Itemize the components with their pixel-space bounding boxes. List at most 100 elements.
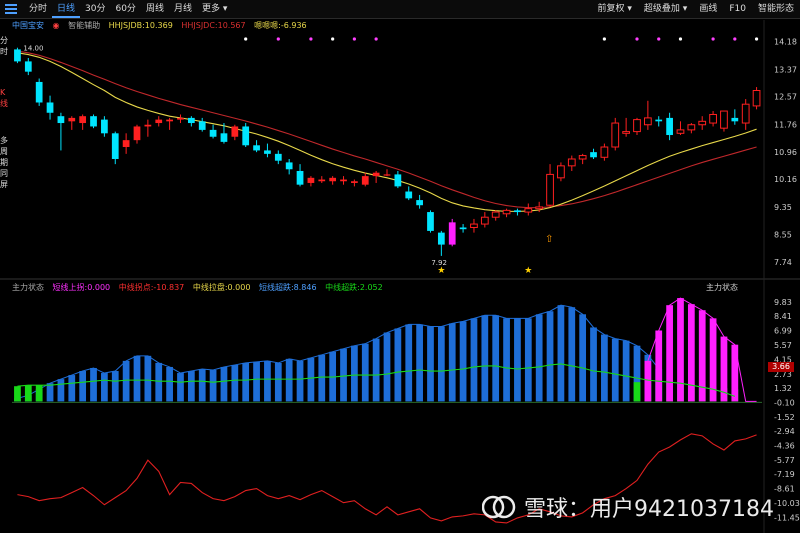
candle-body [578,155,587,160]
y-tick-label: -10.03 [774,499,800,508]
candle-body [676,129,685,134]
candle-body [567,158,576,167]
star-icon: ★ [437,266,445,276]
indicator-bar-blue [274,362,282,402]
y-tick-label: 1.32 [774,384,792,393]
y-tick-label: -2.94 [774,427,795,436]
indicator-bar-blue [101,373,108,402]
indicator-bar-blue [470,318,478,402]
indicator-title[interactable]: 主力状态 [12,283,44,292]
indicator-bar-blue [209,370,217,402]
y-tick-label: 10.16 [774,175,797,184]
indicator-title-right: 主力状态 [706,283,738,292]
stock-chart: 14.18 13.37 12.57 11.76 10.96 10.16 9.35 8.55 7.… [0,20,800,533]
indicator-bar-blue [448,323,456,402]
candle-body [14,49,21,62]
signal-dot [309,37,313,41]
indicator-legend: 主力状态 短线上拐:0.000 中线拐点:-10.837 中线拉盘:0.000 … [12,282,389,294]
indicator-bar-blue [351,345,358,402]
indicator-bar-blue [144,355,152,402]
indicator-bar-blue [383,332,391,402]
candle-body [546,173,554,206]
candle-body [351,181,358,183]
candle-body [600,146,609,158]
indicator-bar-blue [481,315,489,402]
indicator-bar-blue [220,366,228,402]
candle-body [220,133,228,142]
candle-body [296,170,304,185]
buy-arrow-icon: ⇧ [545,234,553,245]
dropdown-icon[interactable]: ◉ [53,21,60,30]
candle-body [502,209,511,215]
current-value-badge: 3.66 [768,362,794,372]
candle-body [307,177,315,183]
y-tick-label: 8.55 [774,230,792,239]
signal-dot [754,37,759,41]
assist-label[interactable]: 智能辅助 [68,21,100,30]
hhjs-c-value: HHJSJDC:10.567 [181,21,246,30]
indicator-bar-magenta [666,305,673,402]
indicator-bar-blue [524,318,532,402]
indicator-bar-blue [535,314,543,402]
indicator-bar-blue [46,383,54,402]
hhjs-b-value: HHJSJDB:10.369 [108,21,173,30]
high-price-label: 14.00 [23,45,43,53]
y-tick-label: 9.35 [774,203,792,212]
y-tick-label: 6.99 [774,327,792,336]
candle-body [372,172,380,177]
indicator-bar-blue [372,338,380,402]
candle-body [209,129,217,137]
side-label-multi[interactable]: 多周期同屏 [0,135,10,190]
candle-body [524,208,533,213]
y-tick-label: 7.74 [774,258,792,267]
candle-body [24,61,32,72]
indicator-bar-green [24,385,32,402]
indicator-bar-blue [361,343,369,402]
indicator-bar-magenta [731,344,739,402]
indicator-bar-blue [264,360,271,402]
indicator-bar-magenta [644,360,652,402]
star-icon: ★ [524,266,532,276]
legend-short-up: 短线上拐:0.000 [52,283,111,292]
candle-body [698,120,707,126]
indicator-bar-green [633,382,641,402]
legend-short-oversold: 短线超跌:8.846 [258,283,317,292]
indicator-bar-green [14,386,21,402]
legend-mid-turn: 中线拐点:-10.837 [118,283,185,292]
signal-dot [352,37,356,41]
indicator-bar-blue [459,321,467,402]
stock-name[interactable]: 中国宝安 [12,21,44,30]
indicator-bar-blue [492,315,500,402]
indicator-bar-blue [405,324,413,402]
indicator-bar-green [35,385,43,402]
candle-body [731,117,739,122]
indicator-bar-blue [285,358,293,402]
indicator-bar-blue [427,326,434,402]
y-tick-label: -11.45 [774,513,800,522]
indicator-bar-magenta [687,304,695,402]
candle-body [416,200,423,206]
signal-dot [733,37,737,41]
watermark-text: 雪球：用户9421037184 [524,497,774,522]
candle-body [101,119,108,134]
indicator-bar-blue [557,305,565,402]
indicator-bar-blue [253,361,260,402]
candle-body [709,113,717,124]
indicator-bar-blue [198,368,206,402]
y-tick-label: -4.36 [774,442,795,451]
side-label-kxian[interactable]: K线 [0,87,10,109]
side-label-fenshi[interactable]: 分时 [0,35,10,57]
signal-dot [711,37,715,41]
candle-body [720,110,728,129]
candle-body [329,177,337,182]
candle-body [622,131,630,134]
indicator-bar-blue [546,311,554,402]
indicator-bar-blue [503,318,510,402]
warning-value: 嗯嗯嗯:-6.936 [254,21,307,30]
indicator-bar-blue [307,357,315,402]
candle-body [340,179,347,182]
ma-yellow-line [17,52,757,212]
candle-body [590,152,597,158]
candle-body [187,117,195,124]
indicator-bar-blue [122,360,130,402]
